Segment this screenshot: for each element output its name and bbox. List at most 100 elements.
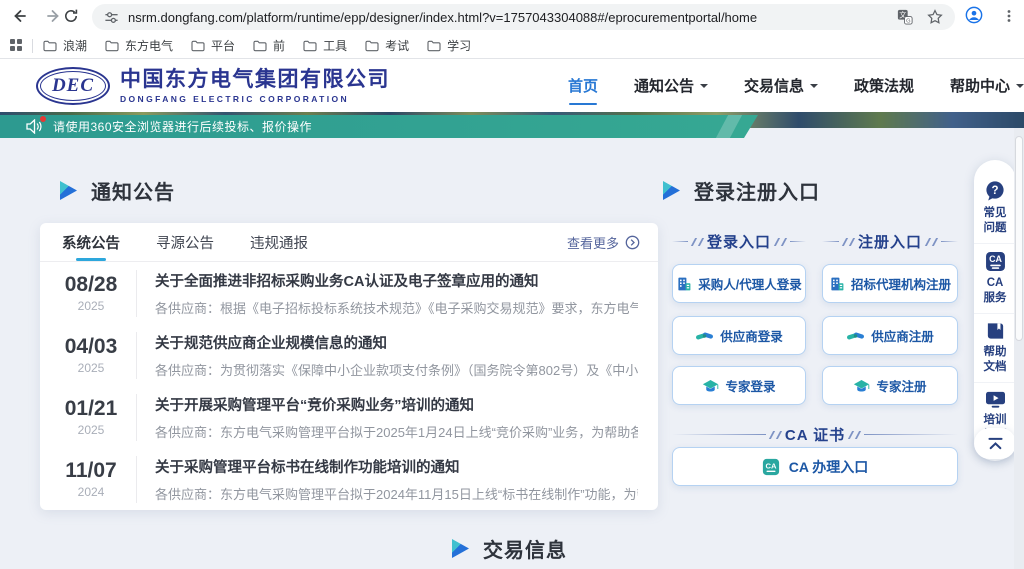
translate-icon[interactable]: 文G bbox=[897, 9, 913, 25]
folder-icon bbox=[43, 40, 57, 52]
login-entry-header: 登录入口 bbox=[672, 231, 806, 252]
supplier-login-button[interactable]: 供应商登录 bbox=[672, 316, 806, 355]
bookmark-folder[interactable]: 平台 bbox=[191, 37, 235, 54]
bookmark-star-icon[interactable] bbox=[927, 9, 943, 25]
expert-login-button[interactable]: 专家登录 bbox=[672, 366, 806, 405]
ca-apply-button[interactable]: CA CA 办理入口 bbox=[672, 447, 958, 486]
notice-date: 04/03 2025 bbox=[60, 335, 122, 375]
login-section-title: 登录注册入口 bbox=[663, 176, 820, 205]
scrollbar-thumb[interactable] bbox=[1015, 136, 1023, 341]
notices-section-title: 通知公告 bbox=[60, 176, 175, 205]
bookmark-folder[interactable]: 学习 bbox=[427, 37, 471, 54]
svg-text:CA: CA bbox=[989, 254, 1002, 264]
dec-logo-icon: DEC bbox=[36, 67, 110, 105]
company-logo[interactable]: DEC 中国东方电气集团有限公司 DONGFANG ELECTRIC CORPO… bbox=[36, 67, 390, 105]
browser-notice-ribbon: 请使用360安全浏览器进行后续投标、报价操作 bbox=[0, 115, 758, 138]
back-icon[interactable] bbox=[10, 7, 28, 25]
bookmark-label: 前 bbox=[273, 37, 285, 54]
bookmark-folder[interactable]: 工具 bbox=[303, 37, 347, 54]
url-text[interactable]: nsrm.dongfang.com/platform/runtime/epp/d… bbox=[128, 10, 897, 25]
reload-icon[interactable] bbox=[62, 7, 80, 25]
notice-title[interactable]: 关于规范供应商企业规模信息的通知 bbox=[155, 332, 638, 353]
register-entry-header: 注册入口 bbox=[822, 231, 958, 252]
nav-home[interactable]: 首页 bbox=[568, 59, 598, 112]
forward-icon[interactable] bbox=[45, 7, 63, 25]
back-to-top-button[interactable] bbox=[974, 428, 1016, 459]
handshake-icon bbox=[846, 329, 865, 343]
notice-summary: 各供应商：东方电气采购管理平台拟于2025年1月24日上线“竞价采购”业务，为帮… bbox=[155, 422, 638, 441]
notice-date: 01/21 2025 bbox=[60, 397, 122, 437]
profile-avatar-icon[interactable] bbox=[965, 6, 983, 24]
folder-icon bbox=[253, 40, 267, 52]
section-arrow-icon bbox=[663, 181, 680, 200]
notice-summary: 各供应商：为贯彻落实《保障中小企业款项支付条例》（国务院令第802号）及《中小企… bbox=[155, 360, 638, 379]
nav-policies[interactable]: 政策法规 bbox=[854, 59, 914, 112]
section-title-text: 通知公告 bbox=[91, 176, 175, 205]
bookmark-folder[interactable]: 东方电气 bbox=[105, 37, 173, 54]
notices-tabs: 系统公告 寻源公告 违规通报 查看更多 bbox=[40, 223, 658, 262]
tab-violation-reports[interactable]: 违规通报 bbox=[250, 223, 308, 261]
divider bbox=[790, 241, 806, 243]
svg-text:?: ? bbox=[991, 185, 998, 197]
notice-list-item[interactable]: 08/28 2025 关于全面推进非招标采购业务CA认证及电子签章应用的通知 各… bbox=[40, 262, 658, 324]
app-window: nsrm.dongfang.com/platform/runtime/epp/d… bbox=[0, 0, 1024, 569]
nav-trade-info[interactable]: 交易信息 bbox=[744, 59, 818, 112]
company-name-en: DONGFANG ELECTRIC CORPORATION bbox=[120, 94, 390, 104]
expert-register-button[interactable]: 专家注册 bbox=[822, 366, 958, 405]
book-icon bbox=[985, 321, 1006, 341]
bookmark-folder[interactable]: 前 bbox=[253, 37, 285, 54]
browser-menu-icon[interactable] bbox=[1000, 7, 1018, 25]
nav-notices[interactable]: 通知公告 bbox=[634, 59, 708, 112]
notice-title[interactable]: 关于开展采购管理平台“竞价采购业务”培训的通知 bbox=[155, 394, 638, 415]
notification-dot bbox=[40, 116, 46, 122]
purchaser-agent-login-button[interactable]: 采购人/代理人登录 bbox=[672, 264, 806, 303]
notice-list-item[interactable]: 11/07 2024 关于采购管理平台标书在线制作功能培训的通知 各供应商：东方… bbox=[40, 448, 658, 510]
divider bbox=[822, 241, 839, 243]
notice-list-item[interactable]: 04/03 2025 关于规范供应商企业规模信息的通知 各供应商：为贯彻落实《保… bbox=[40, 324, 658, 386]
section-arrow-icon bbox=[452, 539, 469, 558]
notice-summary: 各供应商：根据《电子招标投标系统技术规范》《电子采购交易规范》要求，东方电气采购… bbox=[155, 298, 638, 317]
svg-text:CA: CA bbox=[765, 461, 777, 470]
bookmark-label: 学习 bbox=[447, 37, 471, 54]
circle-chevron-right-icon bbox=[625, 235, 640, 250]
company-name-cn: 中国东方电气集团有限公司 bbox=[120, 68, 390, 91]
ca-badge-icon: CA bbox=[762, 458, 780, 476]
view-more-link[interactable]: 查看更多 bbox=[567, 223, 640, 261]
notices-card: 系统公告 寻源公告 违规通报 查看更多 08/28 2025 关于全面推进非招标… bbox=[40, 223, 658, 510]
help-docs-shortcut[interactable]: 帮助 文档 bbox=[974, 313, 1016, 382]
svg-text:G: G bbox=[906, 18, 911, 24]
apps-grid-icon[interactable] bbox=[10, 39, 24, 53]
bookmark-folder[interactable]: 浪潮 bbox=[43, 37, 87, 54]
video-player-icon bbox=[985, 390, 1006, 409]
notice-date: 11/07 2024 bbox=[60, 459, 122, 499]
bookmark-label: 平台 bbox=[211, 37, 235, 54]
ca-service-shortcut[interactable]: CA CA 服务 bbox=[974, 243, 1016, 313]
tab-system-notices[interactable]: 系统公告 bbox=[62, 223, 120, 261]
bookmark-label: 考试 bbox=[385, 37, 409, 54]
faq-shortcut[interactable]: ? 常见 问题 bbox=[974, 173, 1016, 243]
graduation-cap-icon bbox=[853, 379, 870, 393]
notice-list-item[interactable]: 01/21 2025 关于开展采购管理平台“竞价采购业务”培训的通知 各供应商：… bbox=[40, 386, 658, 448]
supplier-register-button[interactable]: 供应商注册 bbox=[822, 316, 958, 355]
bookmark-folder[interactable]: 考试 bbox=[365, 37, 409, 54]
building-icon bbox=[676, 276, 692, 292]
nav-help-center[interactable]: 帮助中心 bbox=[950, 59, 1024, 112]
folder-icon bbox=[303, 40, 317, 52]
folder-icon bbox=[427, 40, 441, 52]
notice-title[interactable]: 关于采购管理平台标书在线制作功能培训的通知 bbox=[155, 456, 638, 477]
notice-title[interactable]: 关于全面推进非招标采购业务CA认证及电子签章应用的通知 bbox=[155, 270, 638, 291]
page-scrollbar[interactable] bbox=[1014, 128, 1024, 569]
bookmarks-bar: 浪潮 东方电气 平台 前 工具 考试 学习 bbox=[0, 33, 1024, 59]
graduation-cap-icon bbox=[702, 379, 719, 393]
bookmarks-divider bbox=[32, 39, 33, 53]
arrow-up-icon bbox=[987, 437, 1004, 450]
section-title-text: 交易信息 bbox=[483, 534, 567, 563]
url-bar[interactable]: nsrm.dongfang.com/platform/runtime/epp/d… bbox=[92, 4, 955, 30]
agency-register-button[interactable]: 招标代理机构注册 bbox=[822, 264, 958, 303]
divider bbox=[672, 434, 766, 436]
notice-summary: 各供应商：东方电气采购管理平台拟于2024年11月15日上线“标书在线制作”功能… bbox=[155, 484, 638, 503]
ca-cert-header: CA 证书 bbox=[672, 424, 958, 445]
handshake-icon bbox=[695, 329, 714, 343]
tab-sourcing-notices[interactable]: 寻源公告 bbox=[156, 223, 214, 261]
site-settings-icon[interactable] bbox=[104, 10, 119, 25]
